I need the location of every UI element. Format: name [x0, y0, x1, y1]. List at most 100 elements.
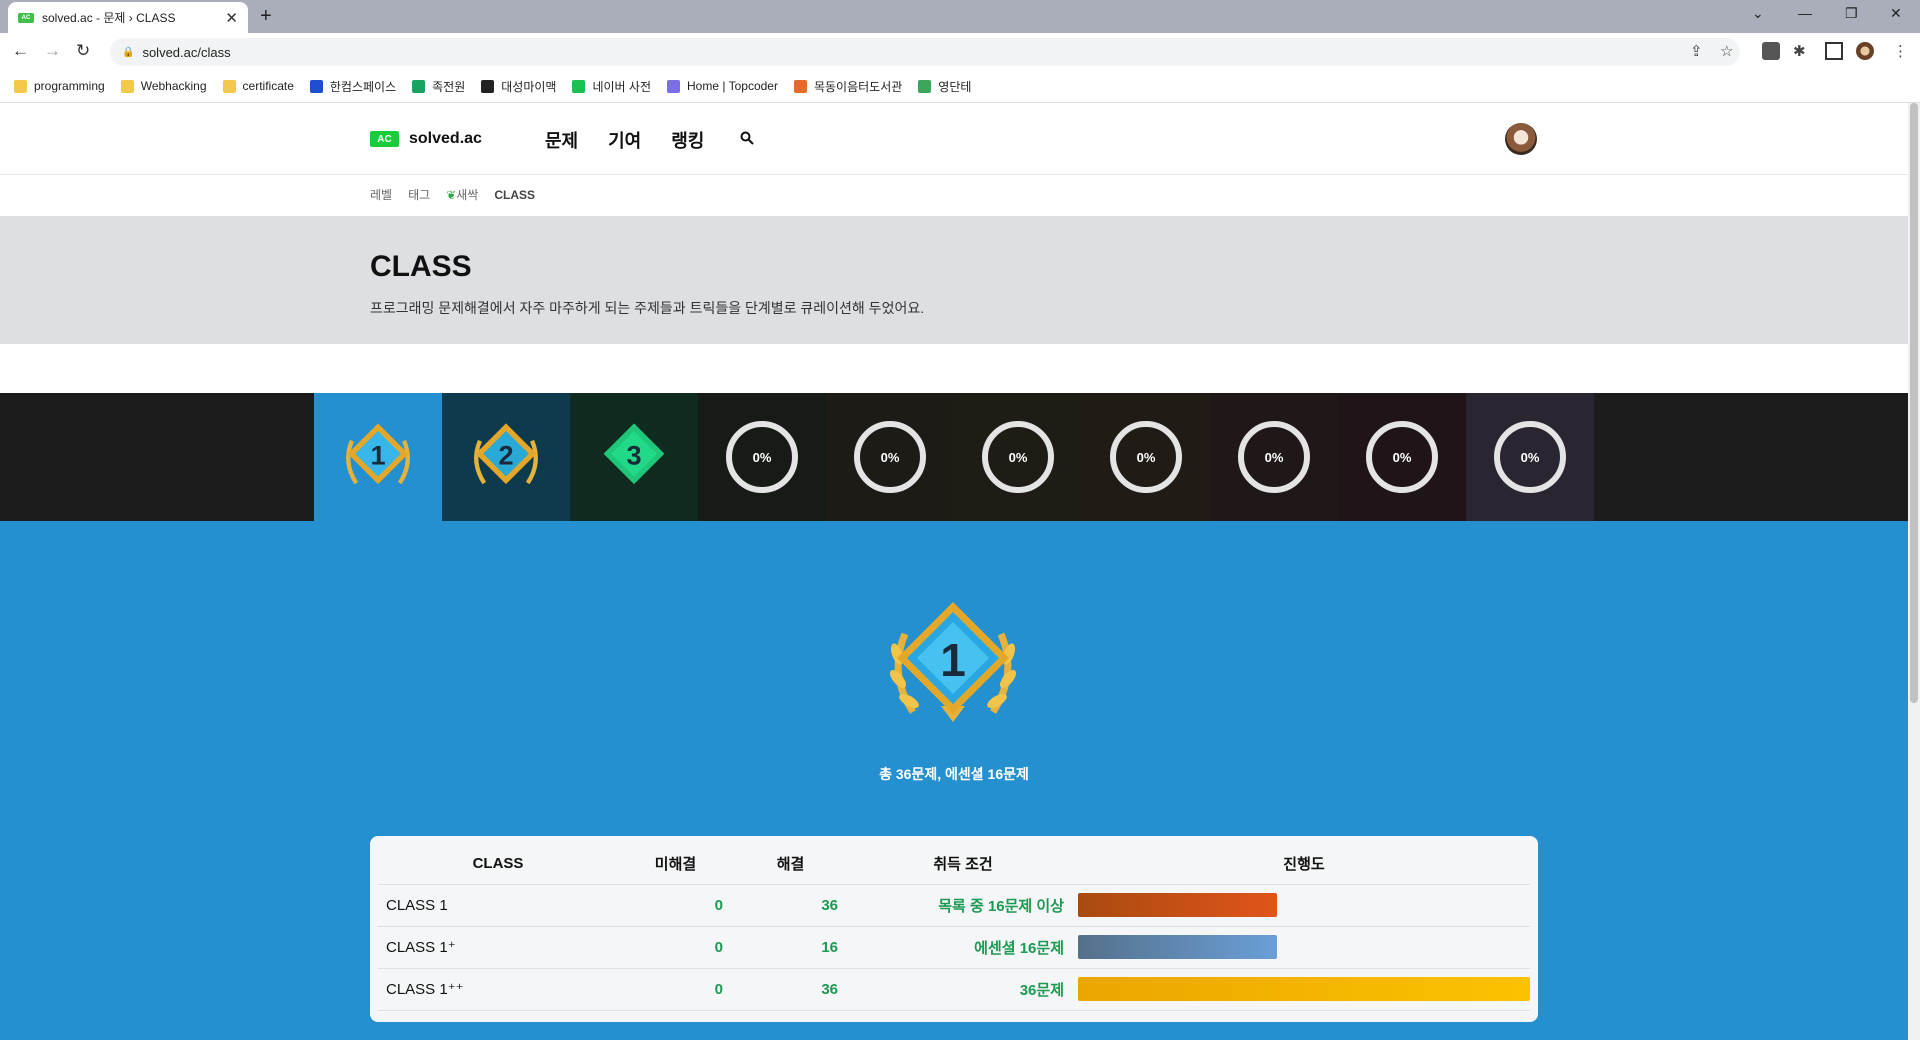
- extension-icon[interactable]: [1762, 42, 1780, 60]
- table-row[interactable]: CLASS 1⁺⁺ 0 36 36문제: [378, 968, 1530, 1011]
- row-class-name: CLASS 1: [378, 884, 618, 927]
- class-progress-ring: 0%: [726, 421, 798, 493]
- class-progress-ring: 0%: [854, 421, 926, 493]
- class-tab-10[interactable]: 0%: [1466, 393, 1594, 521]
- url-input[interactable]: 🔒 solved.ac/class: [110, 38, 1740, 66]
- folder-icon: [14, 79, 27, 93]
- bookmark-item[interactable]: Home | Topcoder: [667, 79, 778, 93]
- page-scrollbar[interactable]: [1908, 103, 1920, 1040]
- progress-bar: [1078, 935, 1277, 959]
- browser-tab[interactable]: AC solved.ac - 문제 › CLASS ✕: [8, 2, 248, 33]
- class-badge-icon: 3: [603, 423, 665, 485]
- restore-icon[interactable]: ❐: [1845, 5, 1858, 22]
- scrollbar-thumb[interactable]: [1910, 103, 1918, 703]
- bookmark-favicon-icon: [667, 79, 681, 93]
- class-tab-2[interactable]: 2: [442, 393, 570, 521]
- table-row[interactable]: CLASS 1 0 36 목록 중 16문제 이상: [378, 884, 1530, 927]
- class-tab-6[interactable]: 0%: [954, 393, 1082, 521]
- bookmark-favicon-icon: [572, 79, 586, 93]
- row-progress-cell: [1078, 926, 1530, 969]
- sprout-icon: ❦: [446, 188, 457, 202]
- sub-navigation: 레벨 태그 ❦새싹 CLASS: [370, 186, 535, 203]
- minimize-icon[interactable]: —: [1798, 5, 1812, 21]
- table-row[interactable]: CLASS 1⁺ 0 16 에센셜 16문제: [378, 926, 1530, 969]
- search-icon[interactable]: [740, 131, 754, 145]
- bookmark-favicon-icon: [309, 79, 323, 93]
- browser-tab-bar: AC solved.ac - 문제 › CLASS ✕ + ⌄ — ❐ ✕: [0, 0, 1920, 33]
- bookmark-item[interactable]: 네이버 사전: [572, 78, 651, 95]
- bookmark-favicon-icon: [481, 79, 495, 93]
- profile-avatar-icon[interactable]: [1856, 42, 1874, 60]
- class-tab-7[interactable]: 0%: [1082, 393, 1210, 521]
- class-progress-ring: 0%: [1238, 421, 1310, 493]
- menu-ranking[interactable]: 랭킹: [671, 127, 704, 153]
- forward-icon[interactable]: →: [44, 41, 61, 61]
- bookmark-favicon-icon: [793, 79, 807, 93]
- logo-badge: AC: [370, 131, 399, 147]
- row-unsolved: 0: [618, 884, 733, 927]
- bookmark-item[interactable]: 목동이음터도서관: [793, 78, 902, 95]
- class-badge-number: 3: [626, 440, 641, 471]
- row-class-name: CLASS 1⁺⁺: [378, 968, 618, 1011]
- table-header-row: CLASS 미해결 해결 취득 조건 진행도: [378, 844, 1530, 885]
- class-tab-5[interactable]: 0%: [826, 393, 954, 521]
- bookmark-favicon-icon: [412, 79, 426, 93]
- class-progress-ring: 0%: [1366, 421, 1438, 493]
- bookmark-favicon-icon: [918, 79, 932, 93]
- menu-contribute[interactable]: 기여: [608, 127, 641, 153]
- header-unsolved: 미해결: [618, 844, 733, 885]
- bookmark-item[interactable]: programming: [14, 79, 105, 93]
- url-text: solved.ac/class: [142, 44, 231, 60]
- header-class: CLASS: [378, 844, 618, 885]
- bookmark-item[interactable]: 대성마이맥: [481, 78, 556, 95]
- subnav-level[interactable]: 레벨: [370, 186, 392, 203]
- menu-problems[interactable]: 문제: [545, 127, 578, 153]
- bookmark-item[interactable]: 영단테: [918, 78, 971, 95]
- bookmark-item[interactable]: certificate: [222, 79, 294, 93]
- share-icon[interactable]: ⇪: [1690, 42, 1703, 60]
- class-badge-icon: 2: [474, 423, 538, 485]
- class-table: CLASS 미해결 해결 취득 조건 진행도 CLASS 1 0 36 목록 중 16…: [378, 844, 1530, 1011]
- new-tab-icon[interactable]: +: [260, 5, 272, 28]
- back-icon[interactable]: ←: [12, 41, 29, 61]
- page: AC solved.ac 문제 기여 랭킹 레벨 태그 ❦새싹 CLASS CL…: [0, 103, 1908, 1040]
- menu-kebab-icon[interactable]: ⋮: [1893, 42, 1908, 60]
- bookmark-item[interactable]: Webhacking: [120, 79, 207, 93]
- reload-icon[interactable]: ↻: [76, 41, 90, 61]
- bookmark-item[interactable]: 한컴스페이스: [309, 78, 396, 95]
- class-tab-9[interactable]: 0%: [1338, 393, 1466, 521]
- class-table-card: CLASS 미해결 해결 취득 조건 진행도 CLASS 1 0 36 목록 중 16…: [370, 836, 1538, 1022]
- folder-icon: [222, 79, 236, 93]
- class-tab-8[interactable]: 0%: [1210, 393, 1338, 521]
- bookmarks-bar: programming Webhacking certificate 한컴스페이스 족전…: [0, 70, 1920, 103]
- bookmark-item[interactable]: 족전원: [412, 78, 465, 95]
- solvedac-favicon-icon: AC: [18, 12, 34, 23]
- progress-bar: [1078, 893, 1277, 917]
- header-condition: 취득 조건: [848, 844, 1078, 885]
- row-solved: 36: [733, 884, 848, 927]
- close-tab-icon[interactable]: ✕: [225, 9, 238, 27]
- bookmark-label: Webhacking: [140, 79, 207, 93]
- extensions-puzzle-icon[interactable]: ✱: [1793, 42, 1806, 60]
- bookmark-label: 영단테: [938, 79, 972, 94]
- subnav-tag[interactable]: 태그: [408, 186, 430, 203]
- class-tab-3[interactable]: 3: [570, 393, 698, 521]
- class-progress-ring: 0%: [982, 421, 1054, 493]
- class-progress-ring: 0%: [1110, 421, 1182, 493]
- user-avatar[interactable]: [1505, 123, 1537, 155]
- close-window-icon[interactable]: ✕: [1890, 5, 1902, 22]
- side-panel-icon[interactable]: [1825, 42, 1843, 60]
- row-condition: 목록 중 16문제 이상: [848, 884, 1078, 927]
- site-header: AC solved.ac 문제 기여 랭킹: [0, 103, 1908, 175]
- page-title: CLASS: [370, 250, 472, 283]
- subnav-class[interactable]: CLASS: [494, 188, 535, 202]
- class-badge-number: 2: [498, 440, 513, 471]
- site-logo[interactable]: AC solved.ac: [370, 130, 482, 148]
- class-tab-1[interactable]: 1: [314, 393, 442, 521]
- subnav-sprout[interactable]: ❦새싹: [446, 186, 478, 203]
- bookmark-star-icon[interactable]: ☆: [1720, 42, 1733, 60]
- bookmark-label: 네이버 사전: [592, 79, 652, 94]
- row-class-name: CLASS 1⁺: [378, 926, 618, 969]
- class-tab-4[interactable]: 0%: [698, 393, 826, 521]
- tab-search-icon[interactable]: ⌄: [1752, 5, 1764, 22]
